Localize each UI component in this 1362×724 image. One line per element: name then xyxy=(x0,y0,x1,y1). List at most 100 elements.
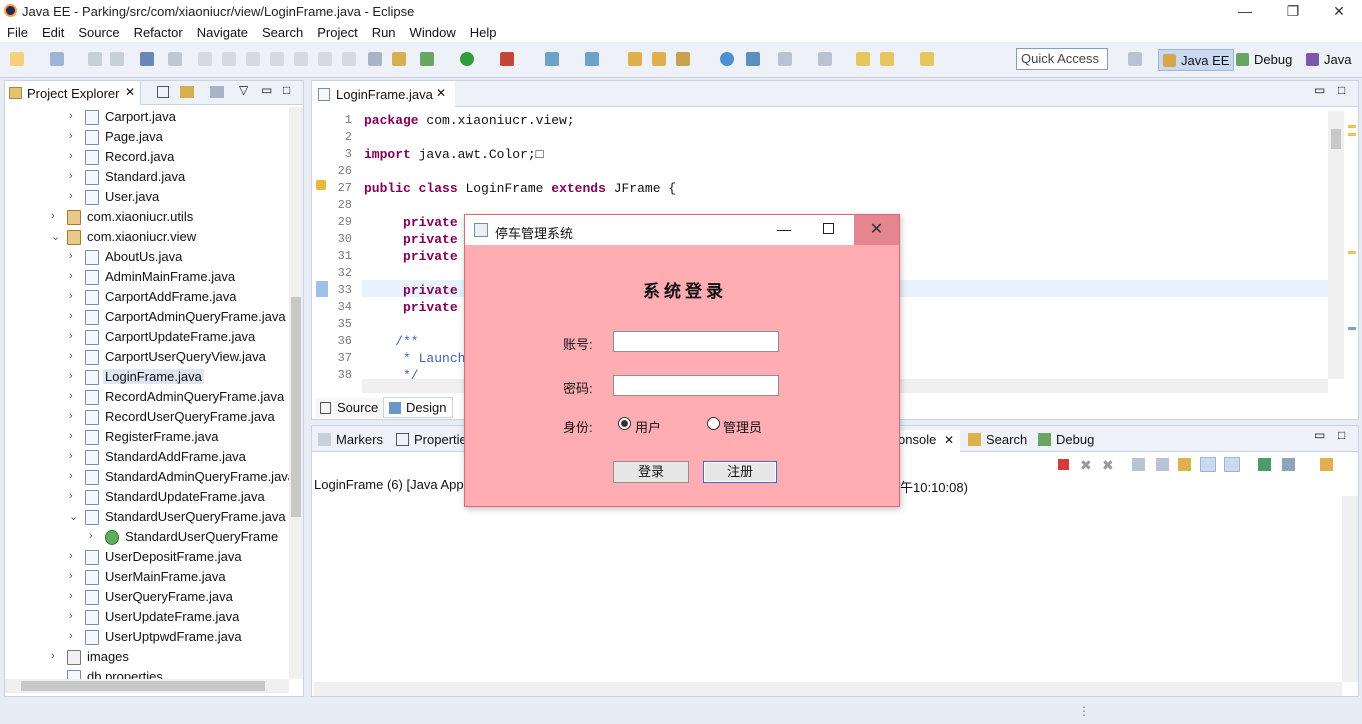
tree-item[interactable]: › RecordAdminQueryFrame.java xyxy=(5,387,289,407)
tree-item[interactable]: › UserQueryFrame.java xyxy=(5,587,289,607)
disconnect-icon[interactable] xyxy=(270,52,284,66)
console-vertical-scrollbar[interactable] xyxy=(1342,496,1358,682)
tree-item[interactable]: › StandardUpdateFrame.java xyxy=(5,487,289,507)
tab-search[interactable]: Search xyxy=(968,432,1027,447)
minimize-button[interactable]: — xyxy=(1222,0,1268,22)
tree-item[interactable]: › Standard.java xyxy=(5,167,289,187)
menu-edit[interactable]: Edit xyxy=(35,22,71,40)
minimize-view-icon[interactable]: ▭ xyxy=(261,83,272,97)
tree-item[interactable]: › RecordUserQueryFrame.java xyxy=(5,407,289,427)
collapse-all-icon[interactable] xyxy=(157,86,169,98)
tree-item[interactable]: › RegisterFrame.java xyxy=(5,427,289,447)
collapsed-arrow-icon[interactable]: › xyxy=(69,110,73,122)
resume-icon[interactable] xyxy=(198,52,212,66)
role-user-radio[interactable] xyxy=(618,417,631,430)
new-icon[interactable] xyxy=(10,52,24,66)
collapsed-arrow-icon[interactable]: › xyxy=(69,470,73,482)
collapsed-arrow-icon[interactable]: › xyxy=(89,530,93,542)
tree-item[interactable]: › User.java xyxy=(5,187,289,207)
tab-properties[interactable]: Properties xyxy=(396,432,473,447)
save-all-icon[interactable] xyxy=(110,52,124,66)
role-admin-radio[interactable] xyxy=(707,417,720,430)
remove-launch-icon[interactable]: ✖ xyxy=(1080,457,1092,474)
new-class-icon[interactable] xyxy=(585,52,599,66)
tree-item[interactable]: › images xyxy=(5,647,289,667)
step-into-icon[interactable] xyxy=(294,52,308,66)
new-project-icon[interactable] xyxy=(50,52,64,66)
new-server-icon[interactable] xyxy=(545,52,559,66)
forward-icon[interactable] xyxy=(920,52,934,66)
tab-project-explorer[interactable]: Project Explorer ✕ xyxy=(5,81,141,105)
remove-all-icon[interactable]: ✖ xyxy=(1102,457,1114,474)
account-field[interactable] xyxy=(613,331,779,352)
tab-debug[interactable]: Debug xyxy=(1038,432,1094,447)
show-on-output-icon[interactable] xyxy=(1200,457,1216,472)
collapsed-arrow-icon[interactable]: › xyxy=(69,190,73,202)
tab-console[interactable]: onsole ✕ xyxy=(898,430,960,452)
maximize-editor-icon[interactable]: □ xyxy=(1338,83,1345,97)
editor-vertical-scrollbar[interactable] xyxy=(1328,111,1344,379)
show-on-error-icon[interactable] xyxy=(1224,457,1240,472)
menu-source[interactable]: Source xyxy=(71,22,126,40)
save-icon[interactable] xyxy=(88,52,102,66)
skip-breakpoints-icon[interactable] xyxy=(168,52,182,66)
tree-item[interactable]: › CarportUserQueryView.java xyxy=(5,347,289,367)
tree-item[interactable]: ⌄ StandardUserQueryFrame.java xyxy=(5,507,289,527)
tree-item[interactable]: db.properties xyxy=(5,667,289,679)
menu-window[interactable]: Window xyxy=(403,22,463,40)
hscroll-thumb[interactable] xyxy=(21,681,265,691)
tree-item[interactable]: › Record.java xyxy=(5,147,289,167)
menu-run[interactable]: Run xyxy=(365,22,403,40)
terminate-icon[interactable] xyxy=(246,52,260,66)
filters-icon[interactable] xyxy=(210,86,224,98)
console-icon[interactable] xyxy=(140,52,154,66)
drop-to-frame-icon[interactable] xyxy=(368,52,382,66)
tree-item[interactable]: › StandardAddFrame.java xyxy=(5,447,289,467)
step-over-icon[interactable] xyxy=(318,52,332,66)
tree-item[interactable]: ⌄ com.xiaoniucr.view xyxy=(5,227,289,247)
open-console-icon[interactable] xyxy=(1320,458,1333,471)
link-editor-icon[interactable] xyxy=(180,86,194,98)
expanded-arrow-icon[interactable]: ⌄ xyxy=(51,230,60,243)
collapsed-arrow-icon[interactable]: › xyxy=(69,390,73,402)
tree-item[interactable]: › UserMainFrame.java xyxy=(5,567,289,587)
menu-help[interactable]: Help xyxy=(463,22,504,40)
dialog-maximize-button[interactable] xyxy=(823,223,834,234)
minimize-editor-icon[interactable]: ▭ xyxy=(1314,83,1325,97)
tab-design[interactable]: Design xyxy=(383,397,454,418)
view-menu-icon[interactable]: ▽ xyxy=(239,83,248,97)
clear-console-icon[interactable] xyxy=(1132,458,1145,471)
tree-item[interactable]: › CarportAdminQueryFrame.java xyxy=(5,307,289,327)
maximize-button[interactable]: ❐ xyxy=(1270,0,1316,22)
menu-navigate[interactable]: Navigate xyxy=(190,22,255,40)
role-admin-label[interactable]: 管理员 xyxy=(723,417,762,436)
perspective-debug[interactable]: Debug xyxy=(1232,49,1296,71)
close-tab-icon[interactable]: ✕ xyxy=(125,85,135,99)
dialog-minimize-button[interactable]: — xyxy=(777,221,791,237)
collapsed-arrow-icon[interactable]: › xyxy=(69,370,73,382)
expanded-arrow-icon[interactable]: ⌄ xyxy=(69,510,78,523)
tree-item[interactable]: › CarportUpdateFrame.java xyxy=(5,327,289,347)
tree-item[interactable]: › com.xiaoniucr.utils xyxy=(5,207,289,227)
prev-annotation-icon[interactable] xyxy=(818,52,832,66)
menu-file[interactable]: File xyxy=(0,22,35,40)
collapsed-arrow-icon[interactable]: › xyxy=(69,330,73,342)
collapsed-arrow-icon[interactable]: › xyxy=(69,150,73,162)
tree-item[interactable]: › Carport.java xyxy=(5,107,289,127)
tree-item[interactable]: › StandardUserQueryFrame xyxy=(5,527,289,547)
collapsed-arrow-icon[interactable]: › xyxy=(69,430,73,442)
tab-markers[interactable]: Markers xyxy=(318,432,383,447)
collapsed-arrow-icon[interactable]: › xyxy=(69,250,73,262)
login-button[interactable]: 登录 xyxy=(613,461,689,483)
globe-icon[interactable] xyxy=(720,52,734,66)
maximize-view-icon[interactable]: □ xyxy=(283,83,290,97)
suspend-icon[interactable] xyxy=(222,52,236,66)
word-wrap-icon[interactable] xyxy=(1178,458,1191,471)
open-task-icon[interactable] xyxy=(652,52,666,66)
editor-scroll-thumb[interactable] xyxy=(1331,129,1341,149)
collapsed-arrow-icon[interactable]: › xyxy=(69,490,73,502)
collapsed-arrow-icon[interactable]: › xyxy=(69,130,73,142)
menu-search[interactable]: Search xyxy=(255,22,310,40)
collapsed-arrow-icon[interactable]: › xyxy=(51,650,55,662)
link-icon[interactable] xyxy=(746,52,760,66)
